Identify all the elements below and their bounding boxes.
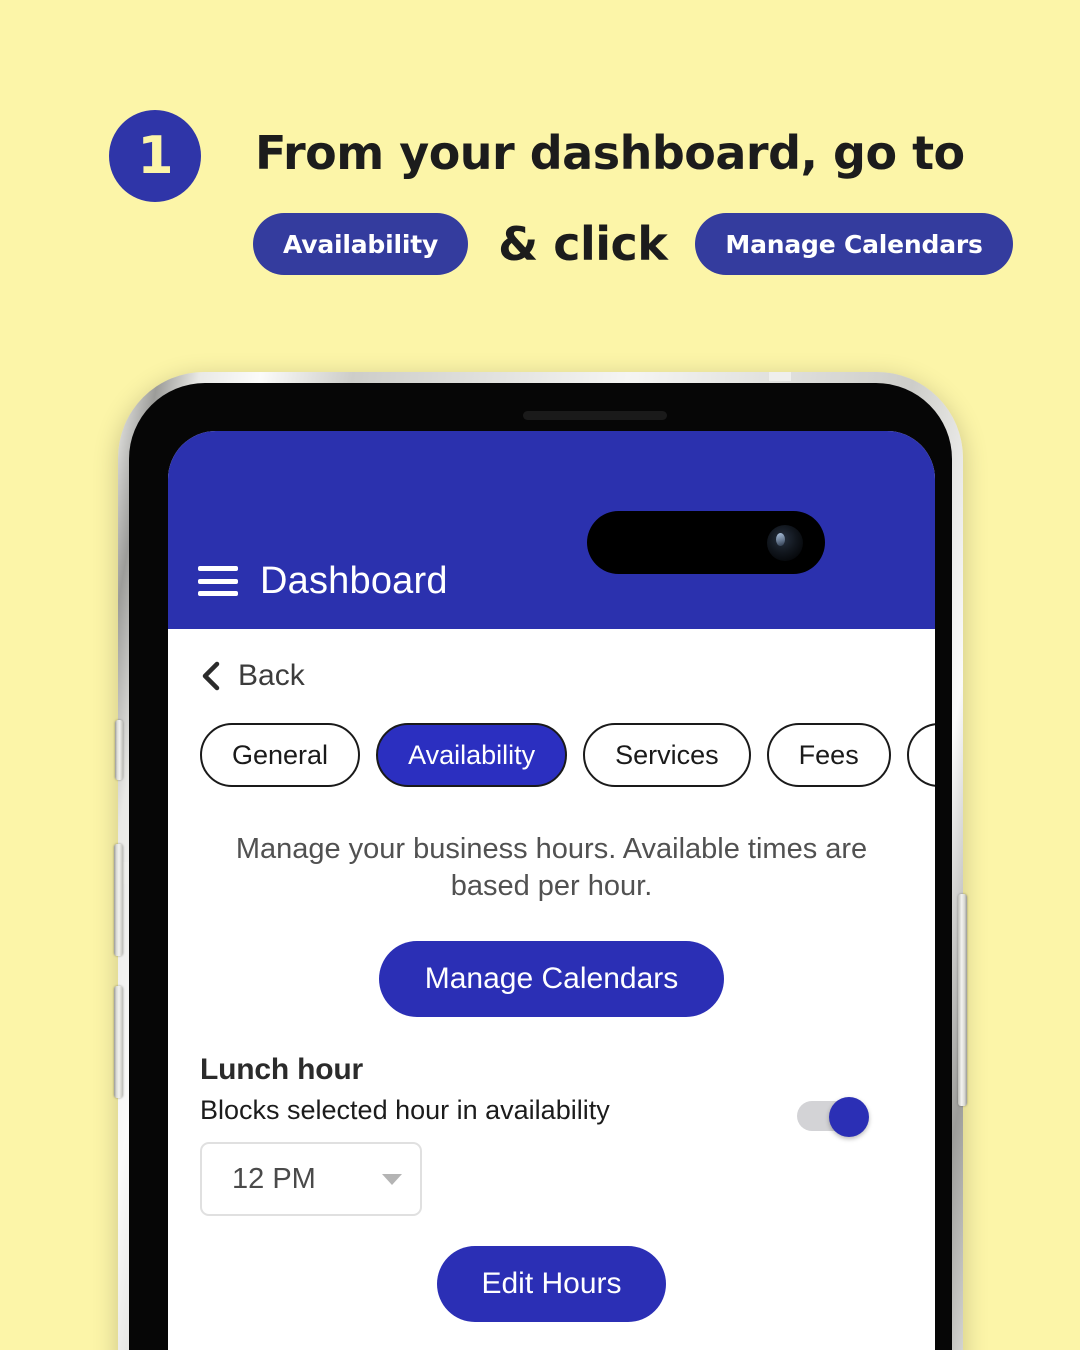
mute-switch-button[interactable] bbox=[115, 720, 123, 780]
tab-clipped[interactable]: C bbox=[906, 723, 935, 787]
hamburger-bar bbox=[198, 591, 238, 596]
hamburger-bar bbox=[198, 566, 238, 571]
instruction-connector-text: & click bbox=[498, 217, 668, 271]
lunch-hour-toggle[interactable] bbox=[797, 1097, 869, 1138]
lunch-hour-time-select[interactable]: 12 PM bbox=[200, 1142, 422, 1217]
availability-description: Manage your business hours. Available ti… bbox=[235, 833, 868, 903]
instruction-headline: From your dashboard, go to bbox=[255, 126, 965, 180]
hamburger-bar bbox=[198, 578, 238, 584]
lunch-hour-title: Lunch hour bbox=[200, 1053, 363, 1087]
power-button[interactable] bbox=[958, 894, 967, 1106]
chevron-left-icon bbox=[200, 660, 222, 692]
back-label: Back bbox=[238, 659, 305, 692]
edit-hours-button[interactable]: Edit Hours bbox=[437, 1246, 666, 1323]
phone-mockup: Dashboard Back General Availability Serv… bbox=[114, 372, 967, 1350]
highlight-pill-availability: Availability bbox=[253, 213, 469, 275]
highlight-pill-manage-calendars: Manage Calendars bbox=[695, 213, 1013, 275]
front-camera-lens-icon bbox=[767, 524, 803, 561]
instruction-block: 1 From your dashboard, go to Availabilit… bbox=[0, 0, 1080, 340]
lunch-hour-section: Lunch hour Blocks selected hour in avail… bbox=[200, 1053, 935, 1217]
app-title: Dashboard bbox=[260, 560, 448, 602]
volume-up-button[interactable] bbox=[114, 844, 123, 956]
antenna-band-top bbox=[769, 372, 791, 381]
tab-services[interactable]: Services bbox=[583, 723, 751, 787]
volume-down-button[interactable] bbox=[114, 986, 123, 1098]
hamburger-menu-icon[interactable] bbox=[198, 566, 238, 596]
tab-bar: General Availability Services Fees C bbox=[200, 723, 935, 787]
manage-calendars-button[interactable]: Manage Calendars bbox=[378, 941, 725, 1018]
back-link[interactable]: Back bbox=[200, 659, 935, 693]
app-content: Back General Availability Services Fees … bbox=[168, 629, 935, 1350]
instruction-pill-row: Availability & click Manage Calendars bbox=[253, 212, 1013, 276]
speaker-grille bbox=[523, 411, 667, 420]
phone-screen: Dashboard Back General Availability Serv… bbox=[168, 431, 935, 1350]
tab-fees[interactable]: Fees bbox=[766, 723, 891, 787]
lunch-hour-time-value: 12 PM bbox=[232, 1162, 316, 1195]
toggle-knob bbox=[829, 1097, 869, 1138]
tab-general[interactable]: General bbox=[200, 723, 361, 787]
phone-bezel: Dashboard Back General Availability Serv… bbox=[129, 383, 952, 1350]
chevron-down-icon bbox=[382, 1173, 402, 1185]
step-number-label: 1 bbox=[137, 126, 173, 186]
dynamic-island bbox=[587, 511, 825, 574]
tab-availability[interactable]: Availability bbox=[376, 723, 568, 787]
step-number-badge: 1 bbox=[109, 110, 201, 202]
